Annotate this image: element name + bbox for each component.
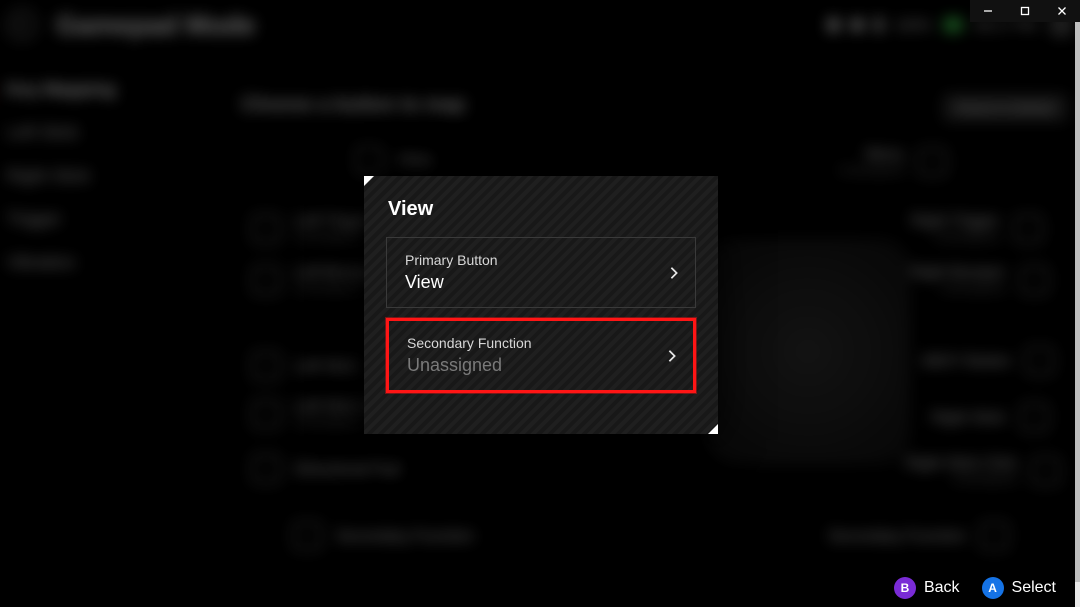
a-button-icon: A [982, 577, 1004, 599]
footer-hints: B Back A Select [894, 577, 1056, 599]
dialog-corner-tl [364, 176, 374, 186]
window-controls [970, 0, 1080, 22]
primary-option-label: Primary Button [405, 252, 651, 268]
hint-select-label: Select [1012, 579, 1056, 597]
hint-select: A Select [982, 577, 1056, 599]
maximize-button[interactable] [1007, 0, 1044, 22]
view-mapping-dialog: View Primary Button View Secondary Funct… [364, 176, 718, 434]
hint-back: B Back [894, 577, 960, 599]
b-button-icon: B [894, 577, 916, 599]
secondary-option-label: Secondary Function [407, 335, 649, 351]
minimize-button[interactable] [970, 0, 1007, 22]
secondary-option-value: Unassigned [407, 355, 649, 376]
primary-option-value: View [405, 272, 651, 293]
scrollbar[interactable] [1075, 0, 1080, 607]
primary-button-option[interactable]: Primary Button View [386, 237, 696, 308]
secondary-function-option[interactable]: Secondary Function Unassigned [386, 318, 696, 393]
hint-back-label: Back [924, 579, 960, 597]
dialog-corner-br [708, 424, 718, 434]
close-button[interactable] [1043, 0, 1080, 22]
chevron-right-icon [667, 266, 681, 280]
app-root: Gamepad Mode 100% 06:17 PM Key Mapping L… [0, 0, 1080, 607]
dialog-title: View [388, 198, 704, 221]
chevron-right-icon [665, 349, 679, 363]
